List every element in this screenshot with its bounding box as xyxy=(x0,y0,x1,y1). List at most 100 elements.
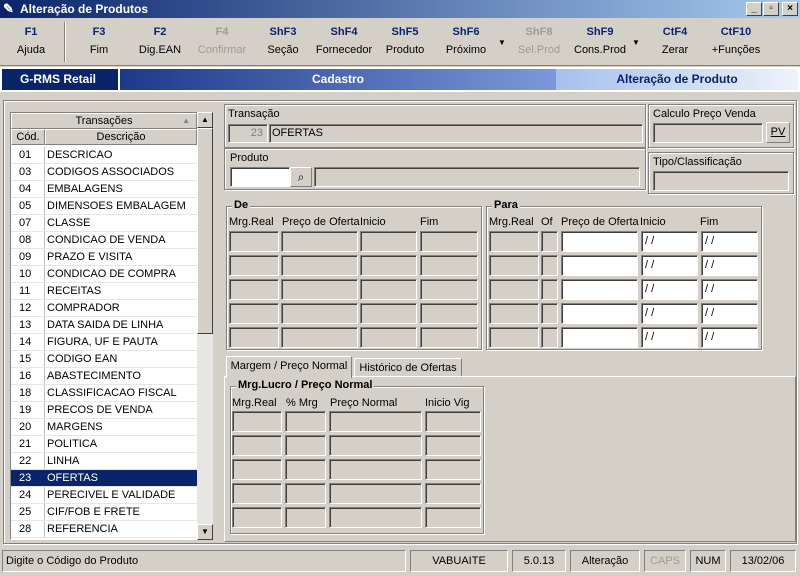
scroll-thumb[interactable] xyxy=(197,128,213,334)
column-header-description[interactable]: Descrição xyxy=(45,129,197,145)
list-item[interactable]: 23 OFERTAS xyxy=(11,470,197,487)
close-button[interactable]: × xyxy=(782,2,798,16)
para-cell-r4-fim[interactable]: / / xyxy=(701,303,758,324)
list-item[interactable]: 16 ABASTECIMENTO xyxy=(11,368,197,385)
list-item-description: CONDICAO DE COMPRA xyxy=(47,268,176,280)
key-label: F2 xyxy=(153,26,167,38)
para-cell-r5-inicio[interactable]: / / xyxy=(641,327,698,348)
list-item[interactable]: 18 CLASSIFICACAO FISCAL xyxy=(11,385,197,402)
list-item[interactable]: 13 DATA SAIDA DE LINHA xyxy=(11,317,197,334)
margem-cell-r3-pct-mrg xyxy=(285,459,326,480)
list-item-description: CIF/FOB E FRETE xyxy=(47,506,140,518)
de-cell-r1-mrg-real xyxy=(229,231,279,252)
list-item[interactable]: 14 FIGURA, UF E PAUTA xyxy=(11,334,197,351)
para-cell-r4-inicio[interactable]: / / xyxy=(641,303,698,324)
list-item[interactable]: 08 CONDICAO DE VENDA xyxy=(11,232,197,249)
list-item[interactable]: 07 CLASSE xyxy=(11,215,197,232)
margem-cell-r1-mrg-real xyxy=(232,411,282,432)
list-item[interactable]: 05 DIMENSOES EMBALAGEM xyxy=(11,198,197,215)
status-caps: CAPS xyxy=(644,550,686,572)
shf6-proximo-button[interactable]: ShF6 Próximo xyxy=(438,22,494,62)
para-cell-r2-inicio[interactable]: / / xyxy=(641,255,698,276)
de-group-title: De xyxy=(232,199,251,211)
de-cell-r4-mrg-real xyxy=(229,303,279,324)
list-item[interactable]: 11 RECEITAS xyxy=(11,283,197,300)
list-item[interactable]: 19 PRECOS DE VENDA xyxy=(11,402,197,419)
para-cell-r1-inicio[interactable]: / / xyxy=(641,231,698,252)
list-item-code: 01 xyxy=(19,149,32,161)
para-cell-r3-fim[interactable]: / / xyxy=(701,279,758,300)
key-label: F1 xyxy=(24,26,38,38)
para-cell-r3-mrg-real xyxy=(489,279,539,300)
button-label: Sel.Prod xyxy=(517,44,561,56)
list-item[interactable]: 01 DESCRICAO xyxy=(11,147,197,164)
para-cell-r2-preco-oferta[interactable] xyxy=(561,255,638,276)
shf3-secao-button[interactable]: ShF3 Seção xyxy=(258,22,308,62)
transactions-list[interactable]: Transações ▲ Cód. Descrição 01 DESCRICAO 03… xyxy=(10,112,213,540)
para-cell-r5-preco-oferta[interactable] xyxy=(561,327,638,348)
ctf10-mais-funcoes-button[interactable]: CtF10 +Funções xyxy=(708,22,764,62)
list-item-description: CODIGO EAN xyxy=(47,353,118,365)
para-cell-r2-mrg-real xyxy=(489,255,539,276)
list-item[interactable]: 20 MARGENS xyxy=(11,419,197,436)
list-item[interactable]: 10 CONDICAO DE COMPRA xyxy=(11,266,197,283)
margem-cell-r2-preco-normal xyxy=(329,435,422,456)
scroll-down-icon[interactable]: ▼ xyxy=(197,524,213,540)
list-item[interactable]: 24 PERECIVEL E VALIDADE xyxy=(11,487,197,504)
list-item-code: 04 xyxy=(19,183,32,195)
cons-prod-dropdown-arrow-icon[interactable]: ▼ xyxy=(632,38,640,47)
shf5-produto-button[interactable]: ShF5 Produto xyxy=(380,22,430,62)
tab-historico-ofertas[interactable]: Histórico de Ofertas xyxy=(354,358,462,378)
list-scrollbar[interactable]: ▲ ▼ xyxy=(197,112,213,540)
list-item-code: 13 xyxy=(19,319,32,331)
window-title-bar[interactable]: ✎ Alteração de Produtos _ ▫ × xyxy=(0,0,800,18)
shf9-cons-prod-button[interactable]: ShF9 Cons.Prod xyxy=(572,22,628,62)
para-cell-r4-preco-oferta[interactable] xyxy=(561,303,638,324)
list-item[interactable]: 12 COMPRADOR xyxy=(11,300,197,317)
list-item-description: CLASSIFICACAO FISCAL xyxy=(47,387,177,399)
f3-fim-button[interactable]: F3 Fim xyxy=(74,22,124,62)
para-cell-r3-inicio[interactable]: / / xyxy=(641,279,698,300)
para-cell-r2-fim[interactable]: / / xyxy=(701,255,758,276)
de-col-fim: Fim xyxy=(420,216,439,228)
list-item[interactable]: 25 CIF/FOB E FRETE xyxy=(11,504,197,521)
de-col-inicio: Inicio xyxy=(360,216,386,228)
f2-dig-ean-button[interactable]: F2 Dig.EAN xyxy=(134,22,186,62)
minimize-button[interactable]: _ xyxy=(746,2,762,16)
binoculars-search-icon[interactable]: ⌕ xyxy=(290,167,312,187)
margem-cell-r3-inicio-vig xyxy=(425,459,481,480)
list-item[interactable]: 03 CODIGOS ASSOCIADOS xyxy=(11,164,197,181)
de-cell-r2-fim xyxy=(420,255,478,276)
maximize-button[interactable]: ▫ xyxy=(763,2,779,16)
f4-confirmar-button[interactable]: F4 Confirmar xyxy=(196,22,248,62)
de-col-mrg-real: Mrg.Real xyxy=(229,216,274,228)
para-col-inicio: Inicio xyxy=(640,216,666,228)
list-item-description: REFERENCIA xyxy=(47,523,118,535)
para-cell-r3-preco-oferta[interactable] xyxy=(561,279,638,300)
list-item-description: OFERTAS xyxy=(47,472,98,484)
tab-margem-preco-normal[interactable]: Margem / Preço Normal xyxy=(226,356,352,378)
ctf4-zerar-button[interactable]: CtF4 Zerar xyxy=(650,22,700,62)
margem-cell-r4-preco-normal xyxy=(329,483,422,504)
para-cell-r1-of xyxy=(541,231,558,252)
column-header-code[interactable]: Cód. xyxy=(11,129,45,145)
para-cell-r1-fim[interactable]: / / xyxy=(701,231,758,252)
list-item[interactable]: 15 CODIGO EAN xyxy=(11,351,197,368)
para-cell-r5-fim[interactable]: / / xyxy=(701,327,758,348)
list-item[interactable]: 09 PRAZO E VISITA xyxy=(11,249,197,266)
list-item[interactable]: 04 EMBALAGENS xyxy=(11,181,197,198)
pv-button[interactable]: PV xyxy=(766,122,790,143)
shf8-sel-prod-button[interactable]: ShF8 Sel.Prod xyxy=(512,22,566,62)
para-col-of: Of xyxy=(541,216,553,228)
shf4-fornecedor-button[interactable]: ShF4 Fornecedor xyxy=(314,22,374,62)
list-item[interactable]: 22 LINHA xyxy=(11,453,197,470)
list-item[interactable]: 21 POLITICA xyxy=(11,436,197,453)
para-cell-r1-preco-oferta[interactable] xyxy=(561,231,638,252)
f1-ajuda-button[interactable]: F1 Ajuda xyxy=(6,22,56,62)
de-cell-r4-preco-oferta xyxy=(281,303,358,324)
scroll-up-icon[interactable]: ▲ xyxy=(197,112,213,128)
proximo-dropdown-arrow-icon[interactable]: ▼ xyxy=(498,38,506,47)
produto-code-input[interactable] xyxy=(230,167,290,187)
transacao-code-field[interactable]: 23 xyxy=(228,124,268,143)
list-item[interactable]: 28 REFERENCIA xyxy=(11,521,197,538)
